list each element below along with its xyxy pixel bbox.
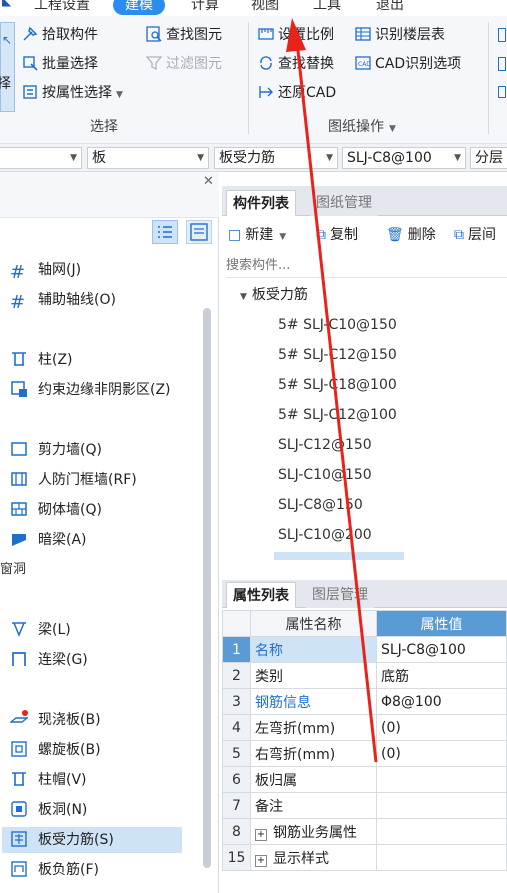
annotation-arrow xyxy=(286,18,378,763)
